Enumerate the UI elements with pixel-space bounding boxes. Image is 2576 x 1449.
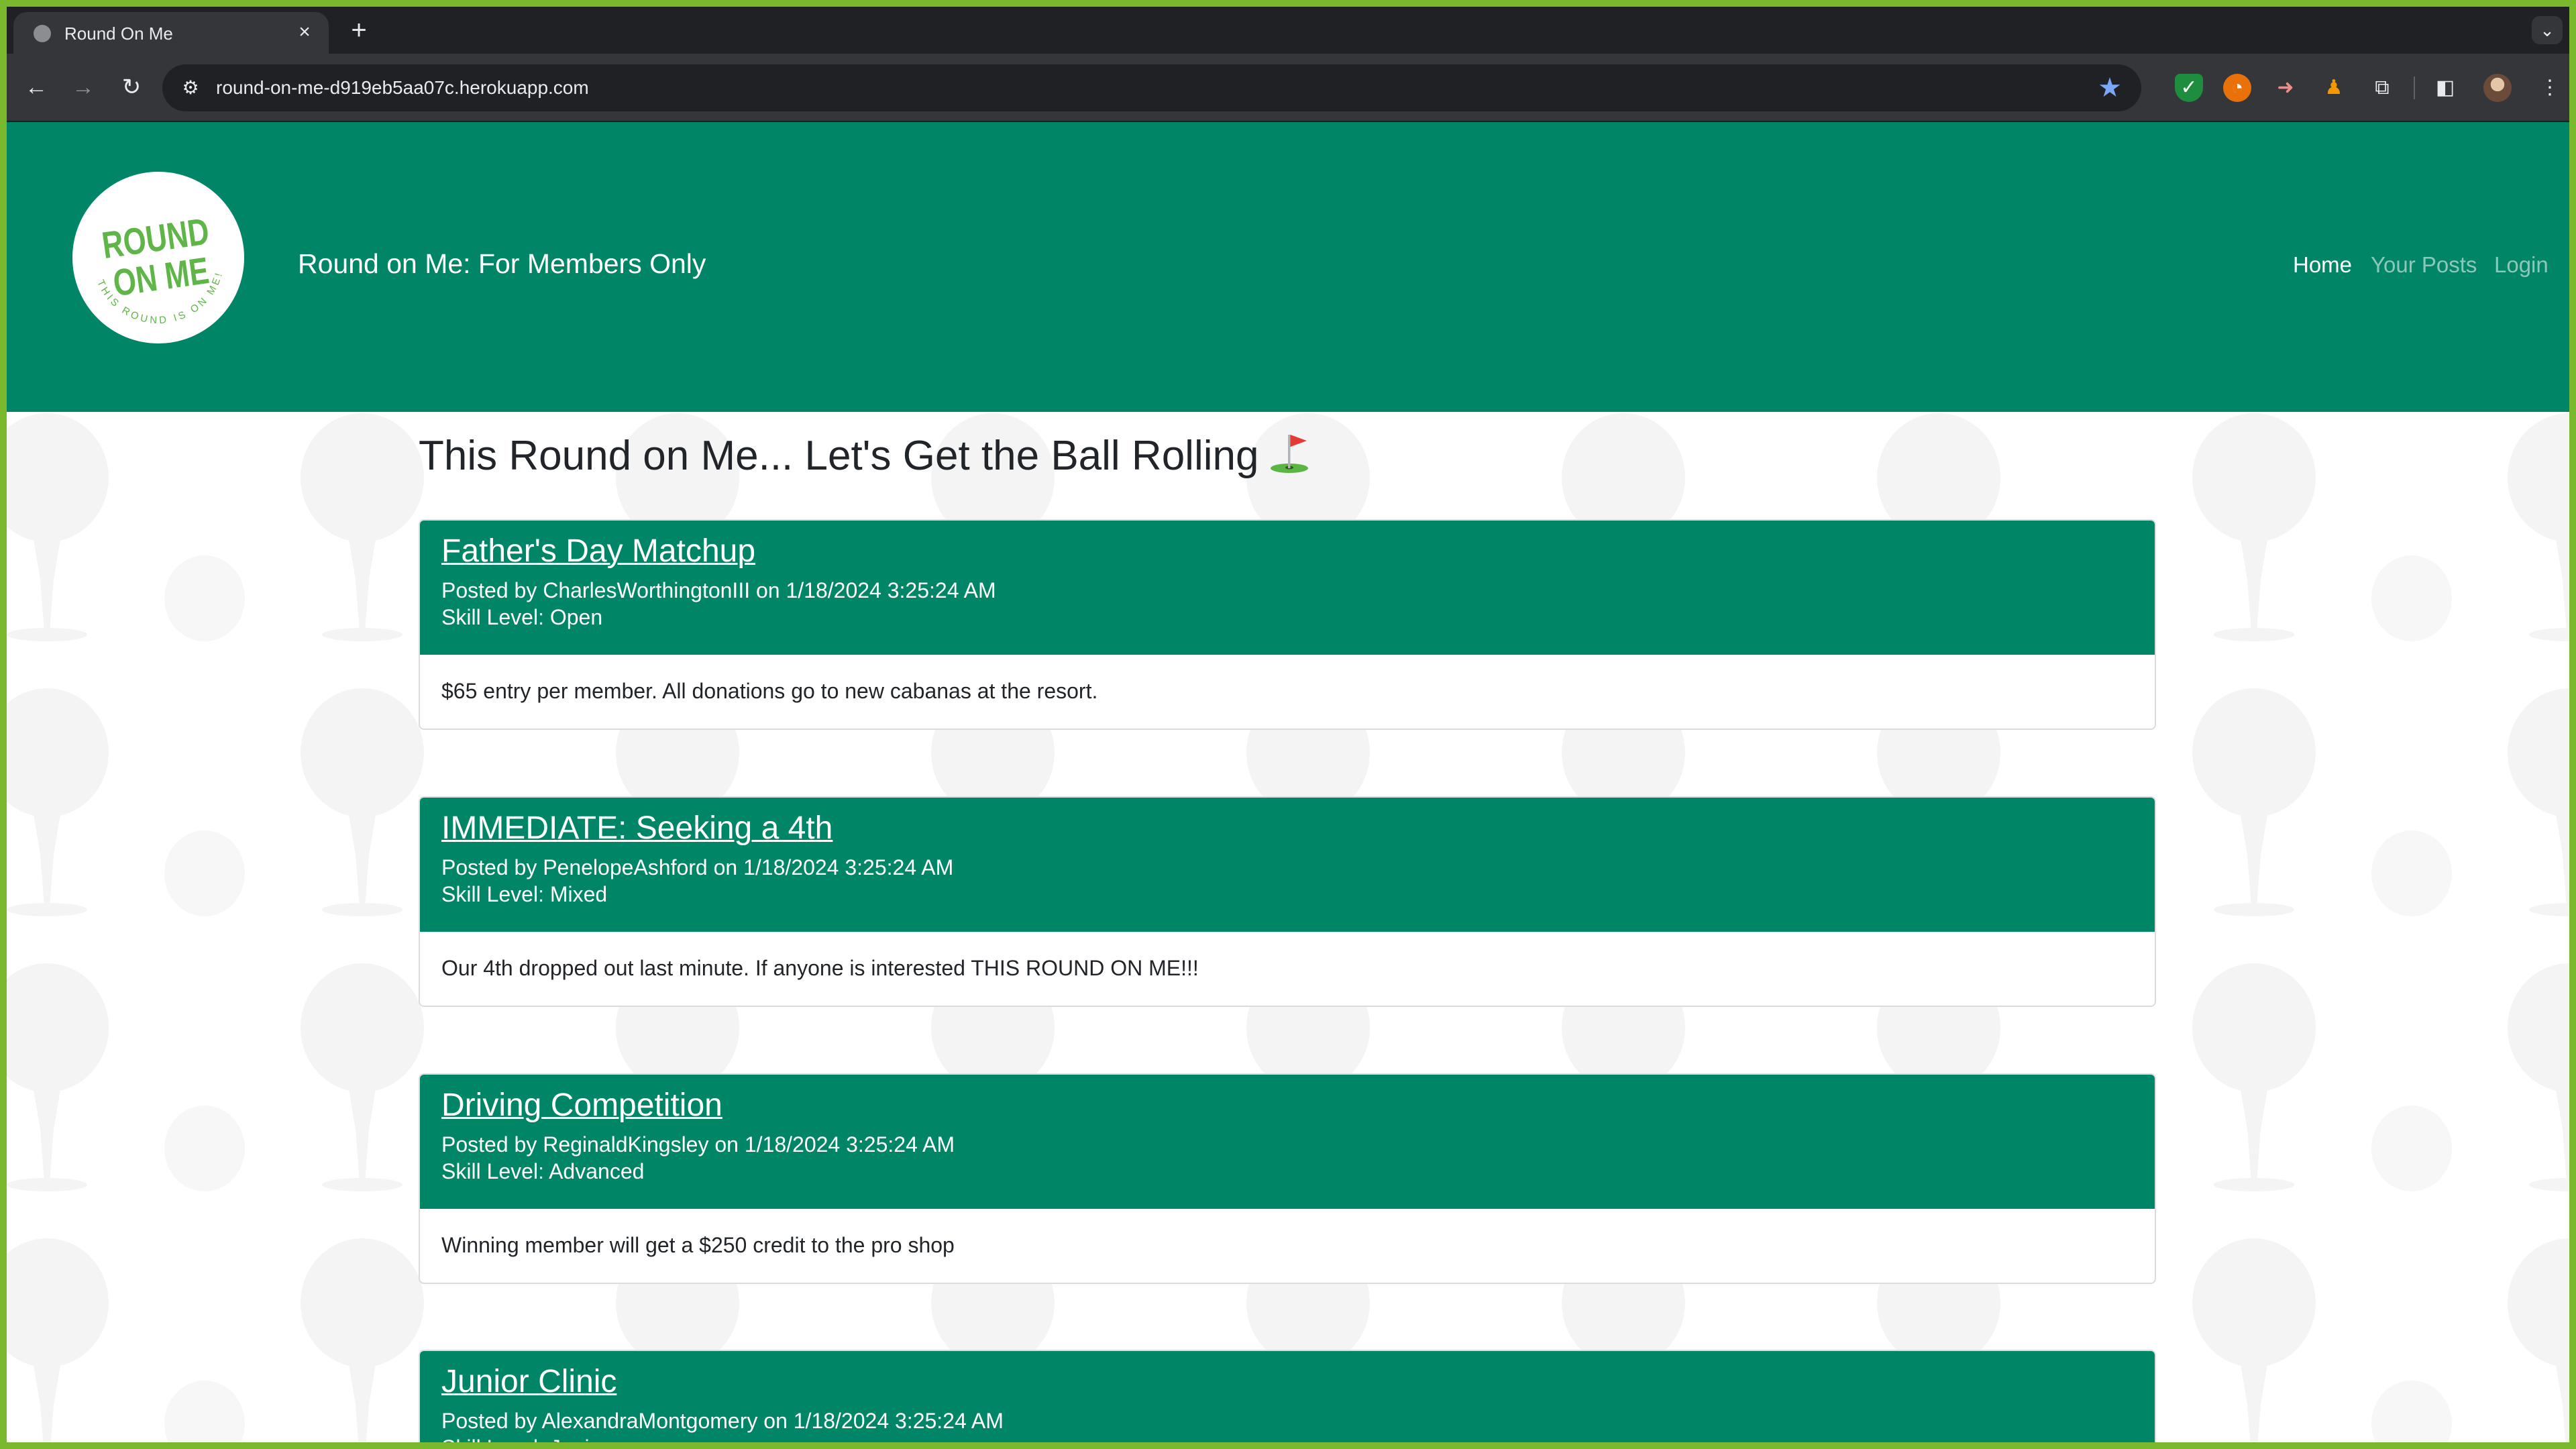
page-heading-text: This Round on Me... Let's Get the Ball R… (419, 433, 1259, 479)
post-skill-level: Skill Level: Junior (441, 1436, 608, 1442)
post-byline: Posted by CharlesWorthingtonIII on 1/18/… (441, 578, 996, 602)
page-heading: This Round on Me... Let's Get the Ball R… (419, 431, 1311, 480)
post-author: CharlesWorthingtonIII (543, 578, 751, 602)
post-byline: Posted by PenelopeAshford on 1/18/2024 3… (441, 855, 954, 879)
post-date: 1/18/2024 3:25:24 AM (744, 1132, 955, 1157)
post-title-link[interactable]: Driving Competition (441, 1087, 722, 1124)
post-author: PenelopeAshford (543, 855, 708, 879)
post-card: Junior Clinic Posted by AlexandraMontgom… (419, 1350, 2156, 1442)
post-body: $65 entry per member. All donations go t… (420, 655, 2155, 729)
forward-icon[interactable]: → (67, 71, 99, 103)
post-body-text: Our 4th dropped out last minute. If anyo… (441, 956, 1199, 980)
post-body-text: Winning member will get a $250 credit to… (441, 1233, 955, 1257)
bookmark-star-icon[interactable]: ★ (2096, 74, 2124, 102)
post-byline: Posted by ReginaldKingsley on 1/18/2024 … (441, 1132, 955, 1157)
post-card: Father's Day Matchup Posted by CharlesWo… (419, 519, 2156, 730)
site-info-icon[interactable]: ⚙ (178, 76, 203, 100)
browser-tab[interactable]: Round On Me × (13, 12, 329, 54)
golf-flag-icon (1271, 435, 1309, 473)
post-skill-level: Skill Level: Advanced (441, 1159, 645, 1183)
post-skill-value: Open (549, 605, 603, 629)
post-header: IMMEDIATE: Seeking a 4th Posted by Penel… (420, 798, 2155, 932)
tab-search-icon[interactable]: ⌄ (2532, 16, 2563, 44)
post-header: Father's Day Matchup Posted by CharlesWo… (420, 521, 2155, 655)
browser-toolbar: ← → ↻ ⚙ round-on-me-d919eb5aa07c.herokua… (7, 54, 2569, 122)
arrow-extension-icon[interactable]: ➜ (2271, 74, 2300, 102)
person-extension-icon[interactable]: ♟ (2320, 74, 2348, 102)
address-bar[interactable]: ⚙ round-on-me-d919eb5aa07c.herokuapp.com… (162, 64, 2141, 111)
nav-your-posts-link[interactable]: Your Posts (2371, 252, 2477, 278)
post-date: 1/18/2024 3:25:24 AM (793, 1409, 1004, 1433)
post-skill-level: Skill Level: Mixed (441, 882, 608, 906)
close-tab-icon[interactable]: × (292, 20, 317, 44)
url-text[interactable]: round-on-me-d919eb5aa07c.herokuapp.com (216, 77, 589, 99)
post-header: Junior Clinic Posted by AlexandraMontgom… (420, 1351, 2155, 1442)
post-card: Driving Competition Posted by ReginaldKi… (419, 1073, 2156, 1284)
post-title-link[interactable]: Junior Clinic (441, 1363, 616, 1400)
menu-kebab-icon[interactable]: ⋮ (2540, 74, 2560, 102)
post-skill-value: Advanced (549, 1159, 645, 1183)
post-skill-level: Skill Level: Open (441, 605, 603, 629)
rss-extension-icon[interactable]: ◔ (2223, 74, 2251, 102)
site-title[interactable]: Round on Me: For Members Only (298, 248, 706, 280)
shield-extension-icon[interactable]: ✓ (2175, 74, 2203, 102)
post-date: 1/18/2024 3:25:24 AM (743, 855, 954, 879)
post-author: ReginaldKingsley (543, 1132, 709, 1157)
nav-login-link[interactable]: Login (2494, 252, 2548, 278)
tab-strip: Round On Me × + ⌄ (7, 7, 2569, 54)
round-on-me-logo[interactable]: THIS ROUND IS ON ME! ROUND ON ME (72, 172, 244, 343)
side-panel-icon[interactable]: ◧ (2431, 74, 2459, 102)
back-icon[interactable]: ← (20, 71, 52, 103)
post-header: Driving Competition Posted by ReginaldKi… (420, 1075, 2155, 1209)
globe-icon (34, 25, 51, 42)
reload-icon[interactable]: ↻ (115, 71, 148, 103)
page-viewport[interactable]: THIS ROUND IS ON ME! ROUND ON ME Round o… (7, 122, 2569, 1442)
toolbar-separator (2414, 76, 2415, 99)
nav-home-link[interactable]: Home (2293, 252, 2352, 278)
post-byline: Posted by AlexandraMontgomery on 1/18/20… (441, 1409, 1004, 1433)
post-body: Winning member will get a $250 credit to… (420, 1209, 2155, 1283)
post-body-text: $65 entry per member. All donations go t… (441, 679, 1098, 703)
browser-window: Round On Me × + ⌄ ← → ↻ ⚙ round-on-me-d9… (7, 7, 2569, 1442)
extensions-puzzle-icon[interactable]: ⧉ (2368, 74, 2396, 102)
tab-title: Round On Me (64, 23, 173, 44)
post-author: AlexandraMontgomery (541, 1409, 758, 1433)
post-title-link[interactable]: Father's Day Matchup (441, 533, 755, 570)
post-title-link[interactable]: IMMEDIATE: Seeking a 4th (441, 810, 833, 847)
post-card: IMMEDIATE: Seeking a 4th Posted by Penel… (419, 796, 2156, 1007)
site-header: THIS ROUND IS ON ME! ROUND ON ME Round o… (7, 122, 2569, 412)
post-skill-value: Mixed (549, 882, 608, 906)
new-tab-button[interactable]: + (345, 17, 372, 44)
profile-avatar[interactable] (2483, 74, 2512, 102)
post-date: 1/18/2024 3:25:24 AM (786, 578, 996, 602)
post-skill-value: Junior (550, 1436, 608, 1442)
post-body: Our 4th dropped out last minute. If anyo… (420, 932, 2155, 1006)
